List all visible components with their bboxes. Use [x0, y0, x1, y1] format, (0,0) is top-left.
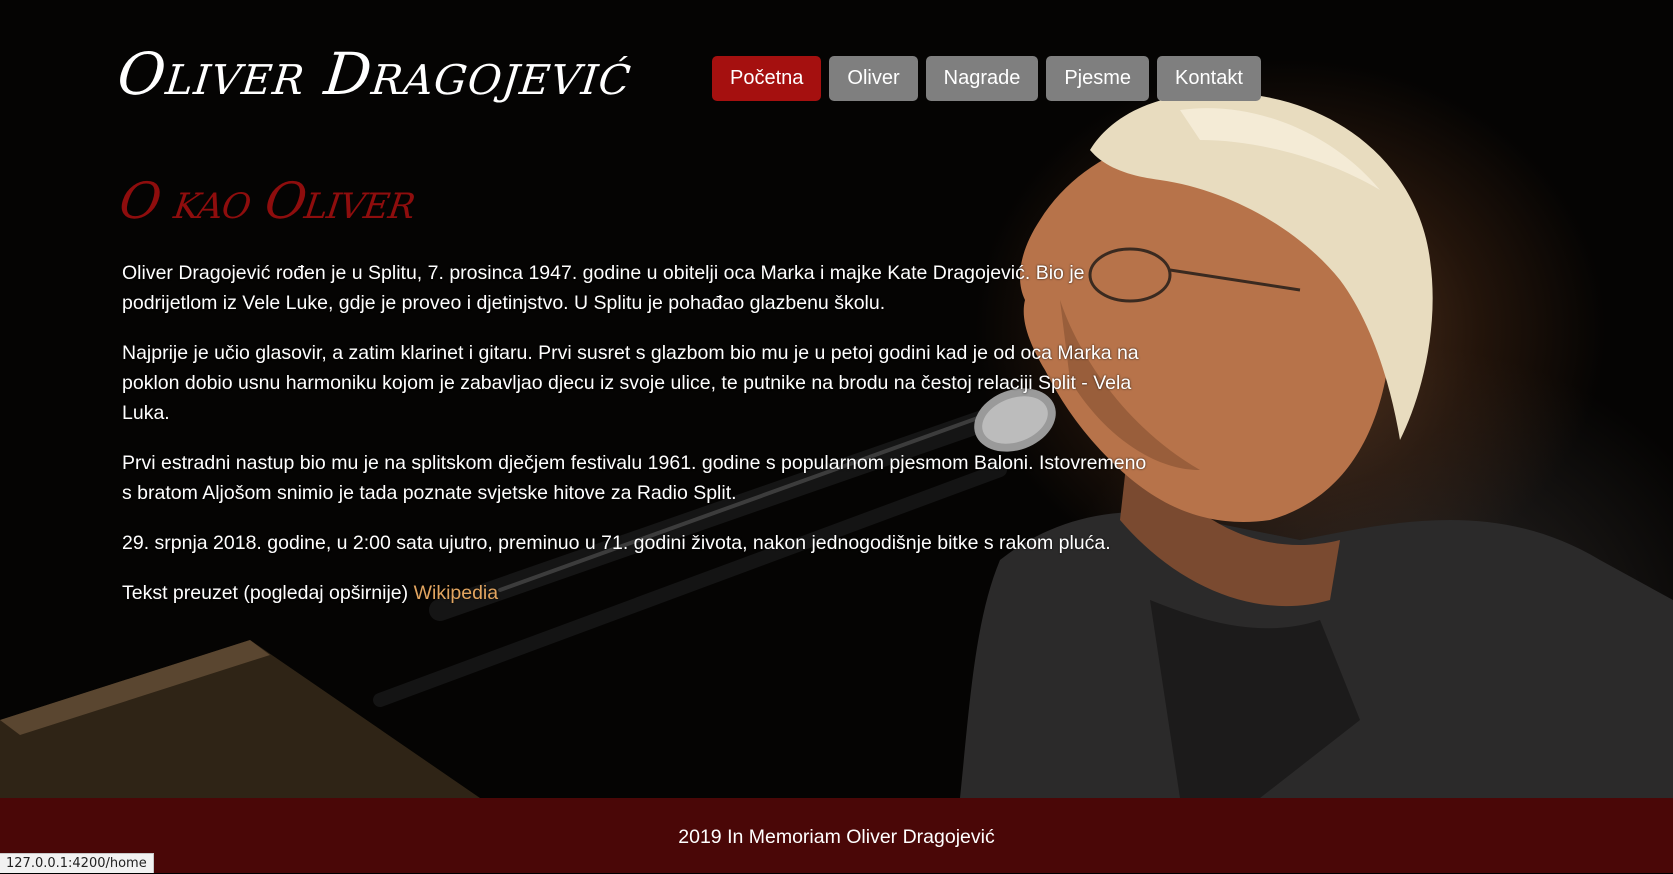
site-logo[interactable]: Oliver Dragojević — [114, 40, 635, 108]
nav-nagrade[interactable]: Nagrade — [925, 56, 1039, 101]
wikipedia-link[interactable]: Wikipedia — [414, 582, 499, 604]
hero-background: Oliver Dragojević Početna Oliver Nagrade… — [0, 0, 1673, 798]
nav-pocetna[interactable]: Početna — [712, 56, 822, 101]
footer-text: 2019 In Memoriam Oliver Dragojević — [678, 826, 995, 848]
footer: 2019 In Memoriam Oliver Dragojević — [0, 798, 1673, 873]
nav-oliver[interactable]: Oliver — [829, 56, 918, 101]
source-paragraph: Tekst preuzet (pogledaj opširnije) Wikip… — [122, 578, 1152, 608]
bio-paragraph: Oliver Dragojević rođen je u Splitu, 7. … — [122, 262, 1085, 314]
bio-paragraph: Najprije je učio glasovir, a zatim klari… — [122, 342, 1139, 424]
main-nav: Početna Oliver Nagrade Pjesme Kontakt — [712, 56, 1261, 101]
bio-paragraph: Prvi estradni nastup bio mu je na splits… — [122, 452, 1147, 504]
nav-pjesme[interactable]: Pjesme — [1046, 56, 1150, 101]
status-bar-url: 127.0.0.1:4200/home — [0, 853, 154, 873]
bio-content: Oliver Dragojević rođen je u Splitu, 7. … — [122, 258, 1152, 628]
page-heading: O kao Oliver — [115, 172, 419, 230]
bio-paragraph: 29. srpnja 2018. godine, u 2:00 sata uju… — [122, 532, 1111, 554]
source-prefix: Tekst preuzet (pogledaj opširnije) — [122, 582, 414, 604]
nav-kontakt[interactable]: Kontakt — [1157, 56, 1261, 101]
